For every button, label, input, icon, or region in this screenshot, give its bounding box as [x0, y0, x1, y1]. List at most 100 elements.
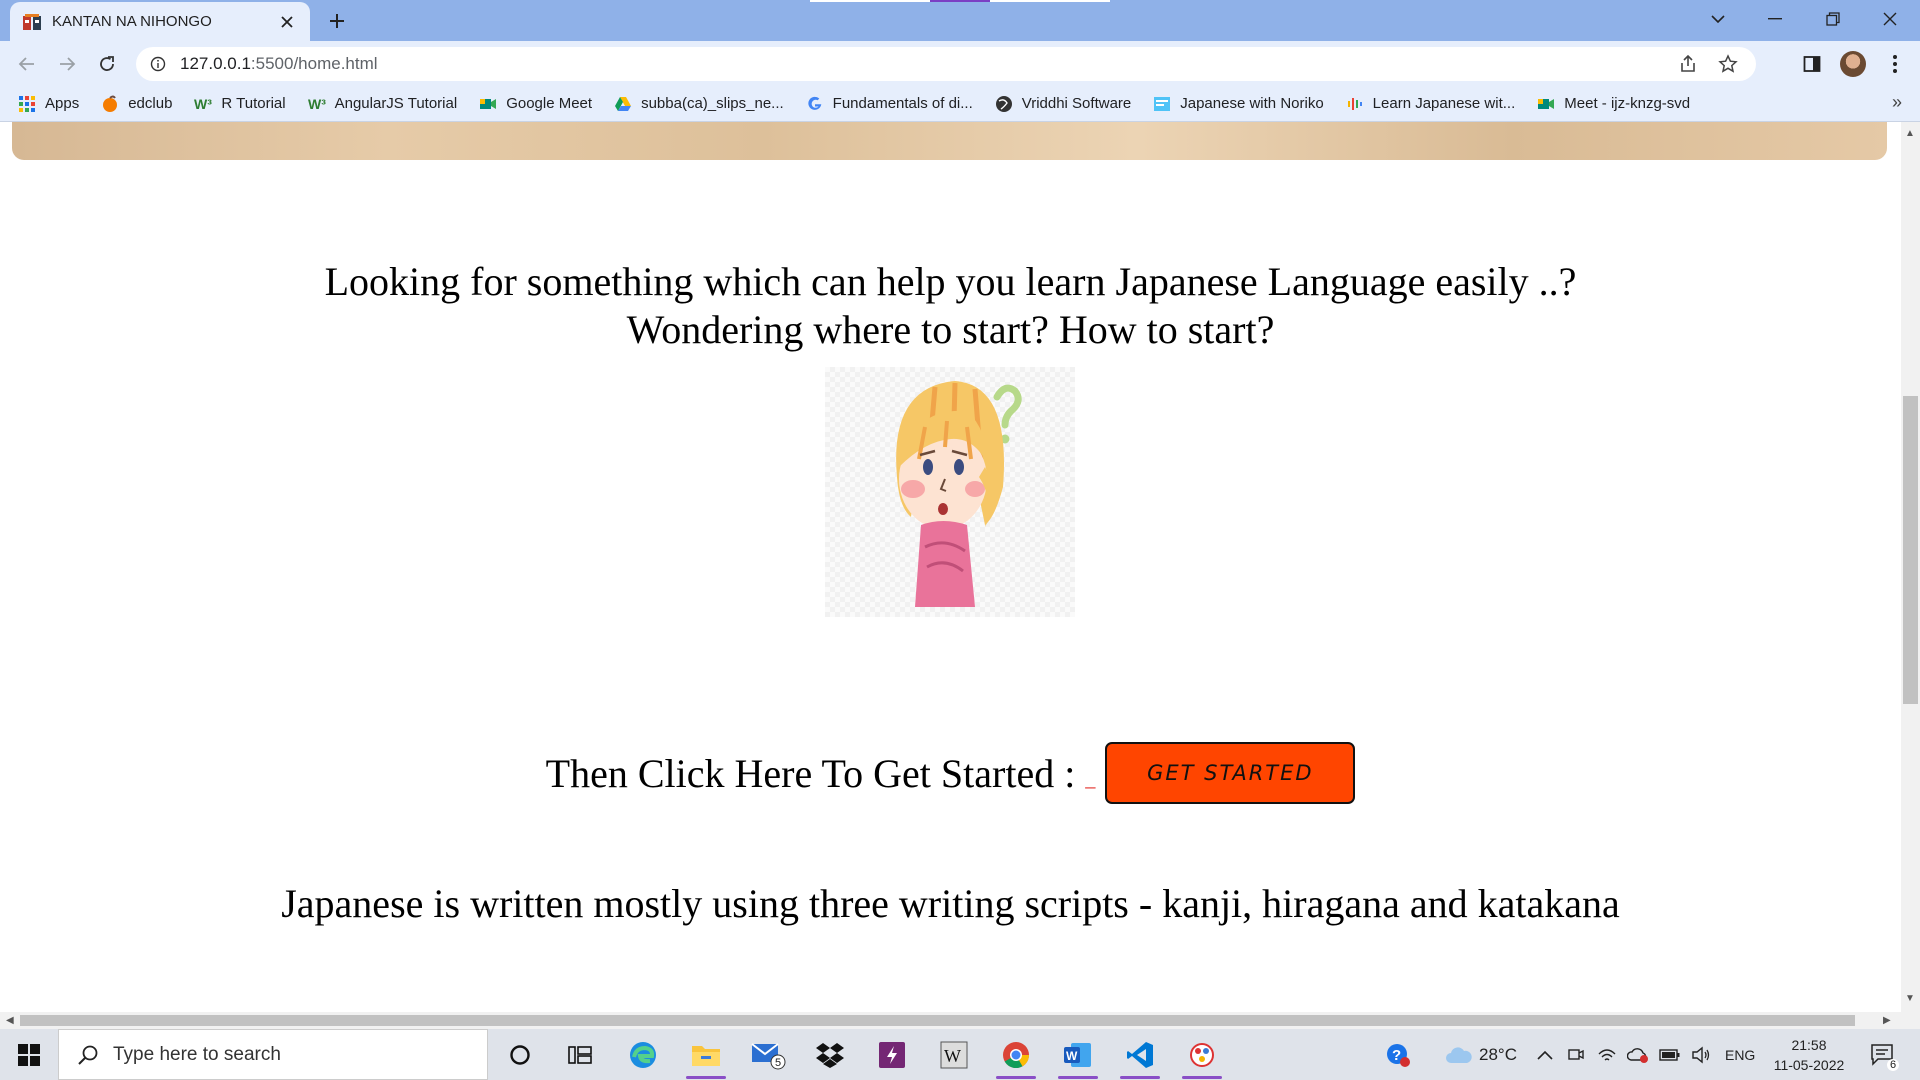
horizontal-scrollbar-thumb[interactable]: [20, 1015, 1855, 1026]
share-icon[interactable]: [1674, 50, 1702, 78]
power-apps-icon[interactable]: [864, 1029, 920, 1080]
writing-scripts-text: Japanese is written mostly using three w…: [281, 881, 1620, 926]
cta-row: Then Click Here To Get Started : _ GET S…: [0, 742, 1901, 804]
vscode-icon[interactable]: [1112, 1029, 1168, 1080]
svg-text:W: W: [944, 1046, 961, 1066]
bookmark-label: Japanese with Noriko: [1180, 95, 1324, 112]
hero-banner-image: [12, 122, 1887, 160]
chrome-icon[interactable]: [988, 1029, 1044, 1080]
taskbar-clock[interactable]: 21:58 11-05-2022: [1764, 1035, 1854, 1075]
weather-cloud-icon[interactable]: [1445, 1045, 1473, 1065]
mail-badge: 5: [775, 1057, 782, 1069]
scroll-up-arrow-icon[interactable]: ▲: [1905, 128, 1915, 139]
cortana-icon[interactable]: [492, 1029, 548, 1080]
cta-dash: _: [1085, 768, 1096, 789]
side-panel-icon[interactable]: [1797, 49, 1827, 79]
svg-text:W³: W³: [308, 96, 326, 112]
notifications-icon[interactable]: 6: [1855, 1029, 1911, 1080]
restore-button[interactable]: [1805, 0, 1861, 38]
onedrive-icon[interactable]: [1626, 1046, 1649, 1064]
mail-icon[interactable]: 5: [740, 1029, 796, 1080]
bookmark-apps[interactable]: Apps: [18, 95, 79, 113]
profile-avatar[interactable]: [1840, 51, 1866, 77]
weather-temperature[interactable]: 28°C: [1479, 1045, 1517, 1065]
vertical-scrollbar-thumb[interactable]: [1903, 396, 1918, 704]
apps-grid-icon: [18, 95, 36, 113]
chevron-up-icon[interactable]: [1537, 1050, 1553, 1060]
bookmark-label: edclub: [128, 95, 173, 112]
meet-now-icon[interactable]: [1567, 1046, 1585, 1064]
reload-button[interactable]: [92, 49, 122, 79]
podcast-icon: [1346, 95, 1364, 113]
minimize-button[interactable]: [1747, 0, 1803, 38]
bookmark-fundamentals[interactable]: Fundamentals of di...: [806, 95, 973, 113]
tab-strip: KANTAN NA NIHONGO: [0, 0, 1920, 41]
file-explorer-icon[interactable]: [678, 1029, 734, 1080]
url-host: 127.0.0.1: [180, 54, 251, 73]
input-language[interactable]: ENG: [1725, 1047, 1755, 1063]
wifi-icon[interactable]: [1597, 1046, 1617, 1064]
paint-icon[interactable]: [1174, 1029, 1230, 1080]
bookmark-label: Meet - ijz-knzg-svd: [1564, 95, 1691, 112]
new-tab-button[interactable]: [322, 8, 352, 34]
bookmark-vriddhi-software[interactable]: Vriddhi Software: [995, 95, 1131, 113]
volume-icon[interactable]: [1691, 1046, 1711, 1064]
bookmark-subba-slips[interactable]: subba(ca)_slips_ne...: [614, 95, 784, 113]
task-view-icon[interactable]: [552, 1029, 608, 1080]
bookmark-edclub[interactable]: edclub: [101, 95, 172, 113]
wikipedia-icon[interactable]: W: [926, 1029, 982, 1080]
scroll-right-arrow-icon[interactable]: ▶: [1883, 1015, 1891, 1026]
bookmark-learn-japanese[interactable]: Learn Japanese wit...: [1346, 95, 1515, 113]
bookmark-label: AngularJS Tutorial: [334, 95, 458, 112]
edge-icon[interactable]: [615, 1029, 671, 1080]
scroll-down-arrow-icon[interactable]: ▼: [1905, 993, 1915, 1004]
get-started-button[interactable]: GET STARTED: [1105, 742, 1356, 804]
address-bar[interactable]: 127.0.0.1:5500/home.html: [136, 47, 1756, 81]
menu-kebab-icon[interactable]: [1880, 49, 1910, 79]
bookmark-label: Google Meet: [506, 95, 593, 112]
bookmark-google-meet[interactable]: Google Meet: [479, 95, 592, 113]
system-tray: 28°C ENG: [1445, 1029, 1755, 1080]
bookmark-japanese-noriko[interactable]: Japanese with Noriko: [1153, 95, 1324, 113]
bookmark-label: R Tutorial: [221, 95, 286, 112]
tab-title: KANTAN NA NIHONGO: [52, 13, 212, 30]
confused-girl-illustration: [825, 367, 1075, 617]
close-window-button[interactable]: [1862, 0, 1918, 38]
bookmark-r-tutorial[interactable]: W³ R Tutorial: [194, 95, 285, 113]
taskbar-search-box[interactable]: Type here to search: [58, 1029, 488, 1080]
w3schools-icon: W³: [308, 95, 326, 113]
bookmark-angularjs-tutorial[interactable]: W³ AngularJS Tutorial: [308, 95, 458, 113]
word-icon[interactable]: W: [1050, 1029, 1106, 1080]
close-tab-icon[interactable]: [276, 11, 298, 33]
tab-strip-highlight: [810, 0, 930, 2]
windows-start-icon[interactable]: [0, 1029, 58, 1080]
bookmark-label: subba(ca)_slips_ne...: [641, 95, 784, 112]
tab-search-button[interactable]: [1690, 0, 1746, 38]
svg-text:W³: W³: [194, 96, 212, 112]
bookmark-star-icon[interactable]: [1714, 50, 1742, 78]
forward-button[interactable]: [52, 49, 82, 79]
dropbox-icon[interactable]: [802, 1029, 858, 1080]
google-meet-icon: [1537, 95, 1555, 113]
headline-line-1: Looking for something which can help you…: [324, 259, 1577, 304]
help-icon[interactable]: ?: [1370, 1029, 1426, 1080]
back-button[interactable]: [12, 49, 42, 79]
page-headline: Looking for something which can help you…: [0, 258, 1901, 354]
google-meet-icon: [479, 95, 497, 113]
scroll-left-arrow-icon[interactable]: ◀: [6, 1015, 14, 1026]
noriko-icon: [1153, 95, 1171, 113]
site-info-icon[interactable]: [150, 56, 166, 72]
bookmark-meet-ijz[interactable]: Meet - ijz-knzg-svd: [1537, 95, 1690, 113]
site-favicon-icon: [22, 12, 42, 32]
bookmarks-overflow-chevron-icon[interactable]: »: [1892, 92, 1902, 113]
active-tab[interactable]: KANTAN NA NIHONGO: [10, 2, 310, 41]
url-text[interactable]: 127.0.0.1:5500/home.html: [180, 54, 1662, 74]
globe-icon: [995, 95, 1013, 113]
clock-date: 11-05-2022: [1773, 1057, 1845, 1073]
svg-text:?: ?: [1392, 1047, 1401, 1064]
page-viewport: Looking for something which can help you…: [0, 122, 1901, 1012]
bookmarks-bar: Apps edclub W³ R Tutorial W³ AngularJS T…: [0, 86, 1920, 122]
battery-icon[interactable]: [1659, 1048, 1681, 1062]
google-icon: [806, 95, 824, 113]
w3schools-icon: W³: [194, 95, 212, 113]
